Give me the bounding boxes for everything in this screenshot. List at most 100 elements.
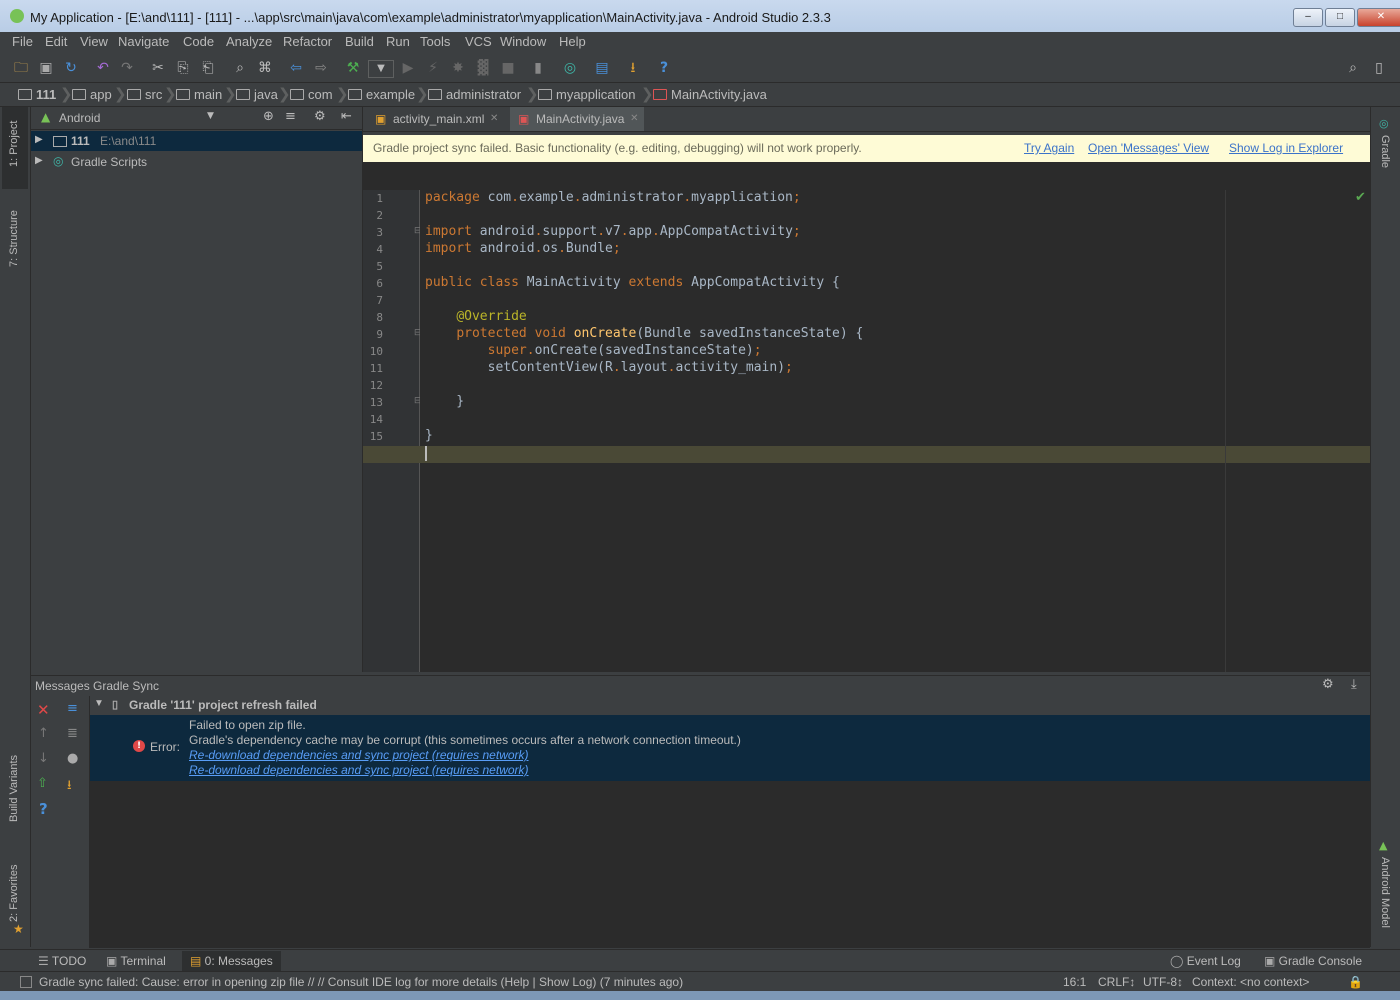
menu-code[interactable]: Code bbox=[183, 34, 214, 49]
forward-icon[interactable]: ⇨ bbox=[313, 60, 329, 76]
menu-navigate[interactable]: Navigate bbox=[118, 34, 169, 49]
view-selector[interactable]: Android bbox=[59, 111, 100, 125]
menu-view[interactable]: View bbox=[80, 34, 108, 49]
sdk-manager-icon[interactable]: ⭳ bbox=[625, 60, 641, 76]
message-group[interactable]: ▼ ▯ Gradle '111' project refresh failed bbox=[90, 696, 1370, 715]
profile-icon[interactable]: ▓ bbox=[475, 60, 491, 76]
close-button[interactable]: ✕ bbox=[1357, 8, 1400, 27]
tool-tab-android-model[interactable]: Android Model bbox=[1379, 857, 1391, 928]
find-icon[interactable]: ⌕ bbox=[232, 60, 248, 76]
tab-mainactivity-java[interactable]: ▣ MainActivity.java ✕ bbox=[510, 107, 645, 131]
minimize-button[interactable]: – bbox=[1293, 8, 1323, 27]
crumb-111[interactable]: 111 bbox=[18, 87, 56, 102]
tool-tab-favorites[interactable]: 2: Favorites bbox=[8, 865, 20, 922]
redownload-link[interactable]: Re-download dependencies and sync projec… bbox=[189, 748, 529, 762]
collapse-all-icon[interactable]: ≡ bbox=[285, 109, 296, 124]
menu-vcs[interactable]: VCS bbox=[465, 34, 492, 49]
expand-arrow-icon[interactable]: ▶ bbox=[35, 134, 43, 145]
tool-tab-structure[interactable]: 7: Structure bbox=[8, 210, 20, 267]
crumb-app[interactable]: app bbox=[72, 87, 112, 102]
chevron-down-icon[interactable]: ▼ bbox=[207, 111, 214, 121]
try-again-link[interactable]: Try Again bbox=[1024, 141, 1074, 155]
menu-build[interactable]: Build bbox=[345, 34, 374, 49]
scroll-from-source-icon[interactable]: ⊕ bbox=[263, 109, 274, 124]
tool-tab-gradle[interactable]: Gradle bbox=[1379, 135, 1391, 168]
avd-manager-icon[interactable]: ▮ bbox=[530, 60, 546, 76]
crumb-example[interactable]: example bbox=[348, 87, 415, 102]
run-icon[interactable]: ▶ bbox=[400, 60, 416, 76]
tree-item-gradle-scripts[interactable]: ▶ ◎ Gradle Scripts bbox=[31, 152, 362, 172]
menu-help[interactable]: Help bbox=[559, 34, 586, 49]
tab-gradle-console[interactable]: ▣ Gradle Console bbox=[1264, 954, 1362, 968]
replace-icon[interactable]: ⌘ bbox=[257, 60, 273, 76]
crumb-src[interactable]: src bbox=[127, 87, 162, 102]
crumb-administrator[interactable]: administrator bbox=[428, 87, 521, 102]
menu-analyze[interactable]: Analyze bbox=[226, 34, 272, 49]
undo-icon[interactable]: ↶ bbox=[95, 60, 111, 76]
copy-icon[interactable]: ⎘ bbox=[175, 60, 191, 76]
tool-tab-build-variants[interactable]: Build Variants bbox=[8, 755, 20, 822]
file-encoding[interactable]: UTF-8↕ bbox=[1143, 975, 1183, 989]
tab-messages[interactable]: ▤ 0: Messages bbox=[182, 951, 281, 971]
error-message[interactable]: ! Error: Failed to open zip file. Gradle… bbox=[90, 715, 1370, 781]
collapse-arrow-icon[interactable]: ▼ bbox=[94, 698, 104, 709]
close-tab-icon[interactable]: ✕ bbox=[630, 107, 638, 131]
download-icon[interactable]: ⭳ bbox=[67, 776, 72, 798]
redo-icon[interactable]: ↷ bbox=[119, 60, 135, 76]
close-tab-icon[interactable]: ✕ bbox=[490, 107, 498, 131]
crumb-mainactivity[interactable]: MainActivity.java bbox=[653, 87, 767, 102]
project-structure-icon[interactable]: ▤ bbox=[594, 60, 610, 76]
caret-position[interactable]: 16:1 bbox=[1063, 975, 1086, 989]
run-config-dropdown[interactable]: ▼ bbox=[368, 60, 394, 78]
maximize-button[interactable]: □ bbox=[1325, 8, 1355, 27]
save-icon[interactable]: ▣ bbox=[38, 60, 54, 76]
tab-todo[interactable]: ☰ TODO bbox=[38, 954, 86, 968]
apply-changes-icon[interactable]: ⚡ bbox=[425, 60, 441, 76]
menu-file[interactable]: File bbox=[12, 34, 33, 49]
tool-tab-project[interactable]: 1: Project bbox=[8, 121, 20, 167]
menu-edit[interactable]: Edit bbox=[45, 34, 67, 49]
filter-warnings-icon[interactable]: ● bbox=[67, 751, 78, 766]
open-folder-icon[interactable]: 🗀 bbox=[13, 60, 29, 76]
tab-terminal[interactable]: ▣ Terminal bbox=[106, 954, 166, 968]
cut-icon[interactable]: ✂ bbox=[150, 60, 166, 76]
expand-arrow-icon[interactable]: ▶ bbox=[35, 155, 43, 166]
menu-run[interactable]: Run bbox=[386, 34, 410, 49]
help-icon[interactable]: ? bbox=[39, 800, 48, 818]
crumb-java[interactable]: java bbox=[236, 87, 278, 102]
help-icon[interactable]: ? bbox=[656, 60, 672, 76]
debug-icon[interactable]: ✸ bbox=[450, 60, 466, 76]
close-icon[interactable]: ✕ bbox=[37, 701, 50, 719]
crumb-com[interactable]: com bbox=[290, 87, 333, 102]
stop-icon[interactable]: ■ bbox=[500, 60, 516, 76]
menu-refactor[interactable]: Refactor bbox=[283, 34, 332, 49]
arrow-up-icon[interactable]: ↑ bbox=[38, 726, 49, 741]
open-messages-link[interactable]: Open 'Messages' View bbox=[1088, 141, 1209, 155]
menu-window[interactable]: Window bbox=[500, 34, 546, 49]
lock-icon[interactable]: 🔒 bbox=[1348, 975, 1363, 989]
tab-activity-main-xml[interactable]: ▣ activity_main.xml ✕ bbox=[367, 107, 504, 131]
hide-icon[interactable]: ⇤ bbox=[341, 109, 352, 124]
sync-icon[interactable]: ↻ bbox=[63, 60, 79, 76]
paste-icon[interactable]: ⎗ bbox=[200, 60, 216, 76]
hide-panel-icon[interactable]: ⤓ bbox=[1351, 677, 1357, 692]
context-indicator[interactable]: Context: <no context> bbox=[1192, 975, 1309, 989]
tree-item-111[interactable]: ▶ 111 E:\and\111 bbox=[31, 131, 362, 151]
collapse-all-icon[interactable]: ≣ bbox=[67, 726, 78, 741]
export-icon[interactable]: ⇧ bbox=[37, 776, 48, 791]
tool-windows-icon[interactable] bbox=[20, 976, 32, 988]
gear-icon[interactable]: ⚙ bbox=[314, 109, 326, 124]
sdk-icon[interactable]: ▯ bbox=[1371, 60, 1387, 76]
search-everywhere-icon[interactable]: ⌕ bbox=[1345, 60, 1361, 76]
back-icon[interactable]: ⇦ bbox=[288, 60, 304, 76]
sync-gradle-icon[interactable]: ◎ bbox=[562, 60, 578, 76]
make-project-icon[interactable]: ⚒ bbox=[345, 60, 361, 76]
menu-tools[interactable]: Tools bbox=[420, 34, 450, 49]
crumb-myapplication[interactable]: myapplication bbox=[538, 87, 636, 102]
arrow-down-icon[interactable]: ↓ bbox=[38, 751, 49, 766]
crumb-main[interactable]: main bbox=[176, 87, 222, 102]
line-separator[interactable]: CRLF↕ bbox=[1098, 975, 1135, 989]
status-message[interactable]: Gradle sync failed: Cause: error in open… bbox=[39, 975, 683, 989]
expand-all-icon[interactable]: ≡ bbox=[67, 701, 78, 716]
redownload-link[interactable]: Re-download dependencies and sync projec… bbox=[189, 763, 529, 777]
